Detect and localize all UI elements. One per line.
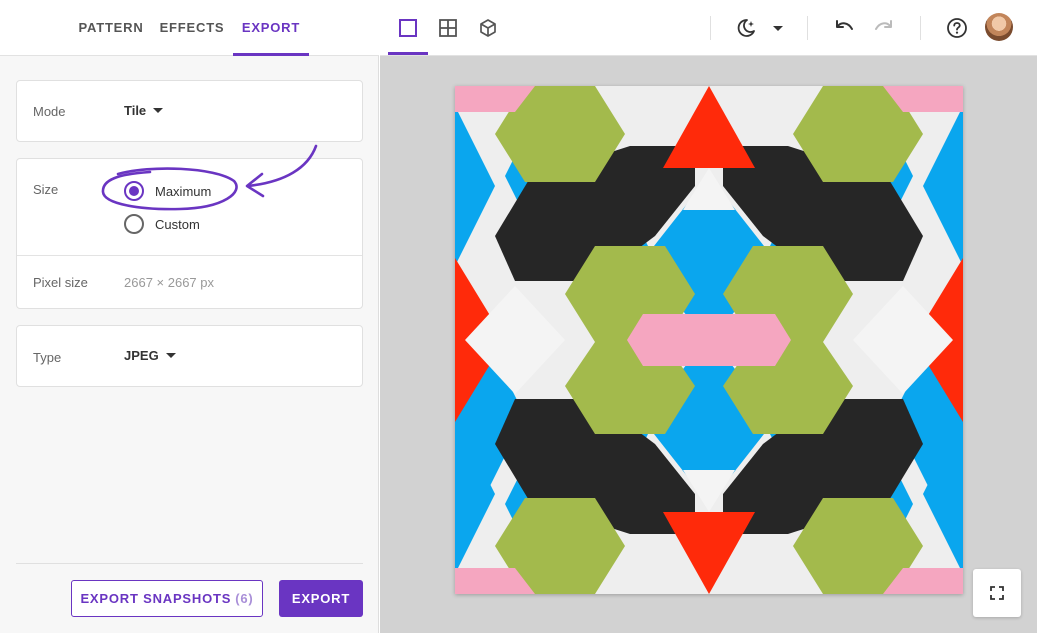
tab-export[interactable]: EXPORT: [233, 0, 309, 56]
fullscreen-icon: [990, 586, 1004, 600]
caret-down-icon: [165, 353, 176, 358]
tab-effects[interactable]: EFFECTS: [157, 0, 227, 56]
footer-divider: [16, 563, 363, 564]
type-card: Type JPEG: [16, 325, 363, 387]
size-option-maximum[interactable]: Maximum: [124, 181, 211, 201]
toolbar-separator: [920, 16, 921, 40]
export-snapshots-label: EXPORT SNAPSHOTS: [80, 591, 232, 606]
view-active-indicator: [388, 52, 428, 55]
toolbar: [380, 0, 1037, 56]
type-value: JPEG: [124, 348, 159, 363]
panel-tabs: PATTERN EFFECTS EXPORT: [0, 0, 379, 56]
radio-custom[interactable]: [124, 214, 144, 234]
export-snapshots-button[interactable]: EXPORT SNAPSHOTS (6): [71, 580, 263, 617]
size-label: Size: [33, 182, 59, 197]
caret-down-icon: [153, 108, 164, 113]
size-divider: [17, 255, 362, 256]
undo-icon: [836, 20, 853, 30]
chevron-down-icon: [773, 25, 783, 31]
type-select[interactable]: JPEG: [124, 348, 176, 363]
pattern-preview[interactable]: [455, 86, 963, 594]
redo-icon: [875, 20, 892, 30]
cube-view-icon: [480, 19, 496, 37]
settings-panel: PATTERN EFFECTS EXPORT Mode Tile Size Ma…: [0, 0, 379, 633]
mode-select[interactable]: Tile: [124, 103, 164, 118]
export-button-label: EXPORT: [291, 591, 351, 606]
canvas-area: [380, 56, 1037, 633]
radio-maximum[interactable]: [124, 181, 144, 201]
mode-label: Mode: [33, 104, 66, 119]
radio-custom-label: Custom: [155, 216, 200, 232]
pixel-size-value: 2667 × 2667 px: [124, 275, 214, 290]
size-card: Size Maximum Custom Pixel size 2667 × 26…: [16, 158, 363, 309]
toolbar-separator: [807, 16, 808, 40]
snapshot-count: (6): [235, 591, 254, 606]
tab-pattern[interactable]: PATTERN: [70, 0, 152, 56]
theme-night-icon: [737, 19, 755, 37]
pixel-size-label: Pixel size: [33, 275, 88, 290]
cube-view-button[interactable]: [468, 8, 508, 48]
radio-maximum-label: Maximum: [155, 183, 212, 199]
single-view-button[interactable]: [388, 8, 428, 48]
type-label: Type: [33, 350, 62, 365]
size-option-custom[interactable]: Custom: [124, 214, 200, 234]
grid-view-icon: [439, 19, 457, 37]
single-view-icon: [399, 19, 417, 37]
grid-view-button[interactable]: [428, 8, 468, 48]
redo-button[interactable]: [864, 8, 904, 48]
help-button[interactable]: [937, 8, 977, 48]
help-icon: [947, 18, 967, 38]
mode-value: Tile: [124, 103, 147, 118]
theme-dropdown[interactable]: [760, 8, 796, 48]
mode-card: Mode Tile: [16, 80, 363, 142]
export-button[interactable]: EXPORT: [279, 580, 363, 617]
undo-button[interactable]: [824, 8, 864, 48]
avatar[interactable]: [985, 13, 1013, 41]
fullscreen-button[interactable]: [973, 569, 1021, 617]
toolbar-separator: [710, 16, 711, 40]
